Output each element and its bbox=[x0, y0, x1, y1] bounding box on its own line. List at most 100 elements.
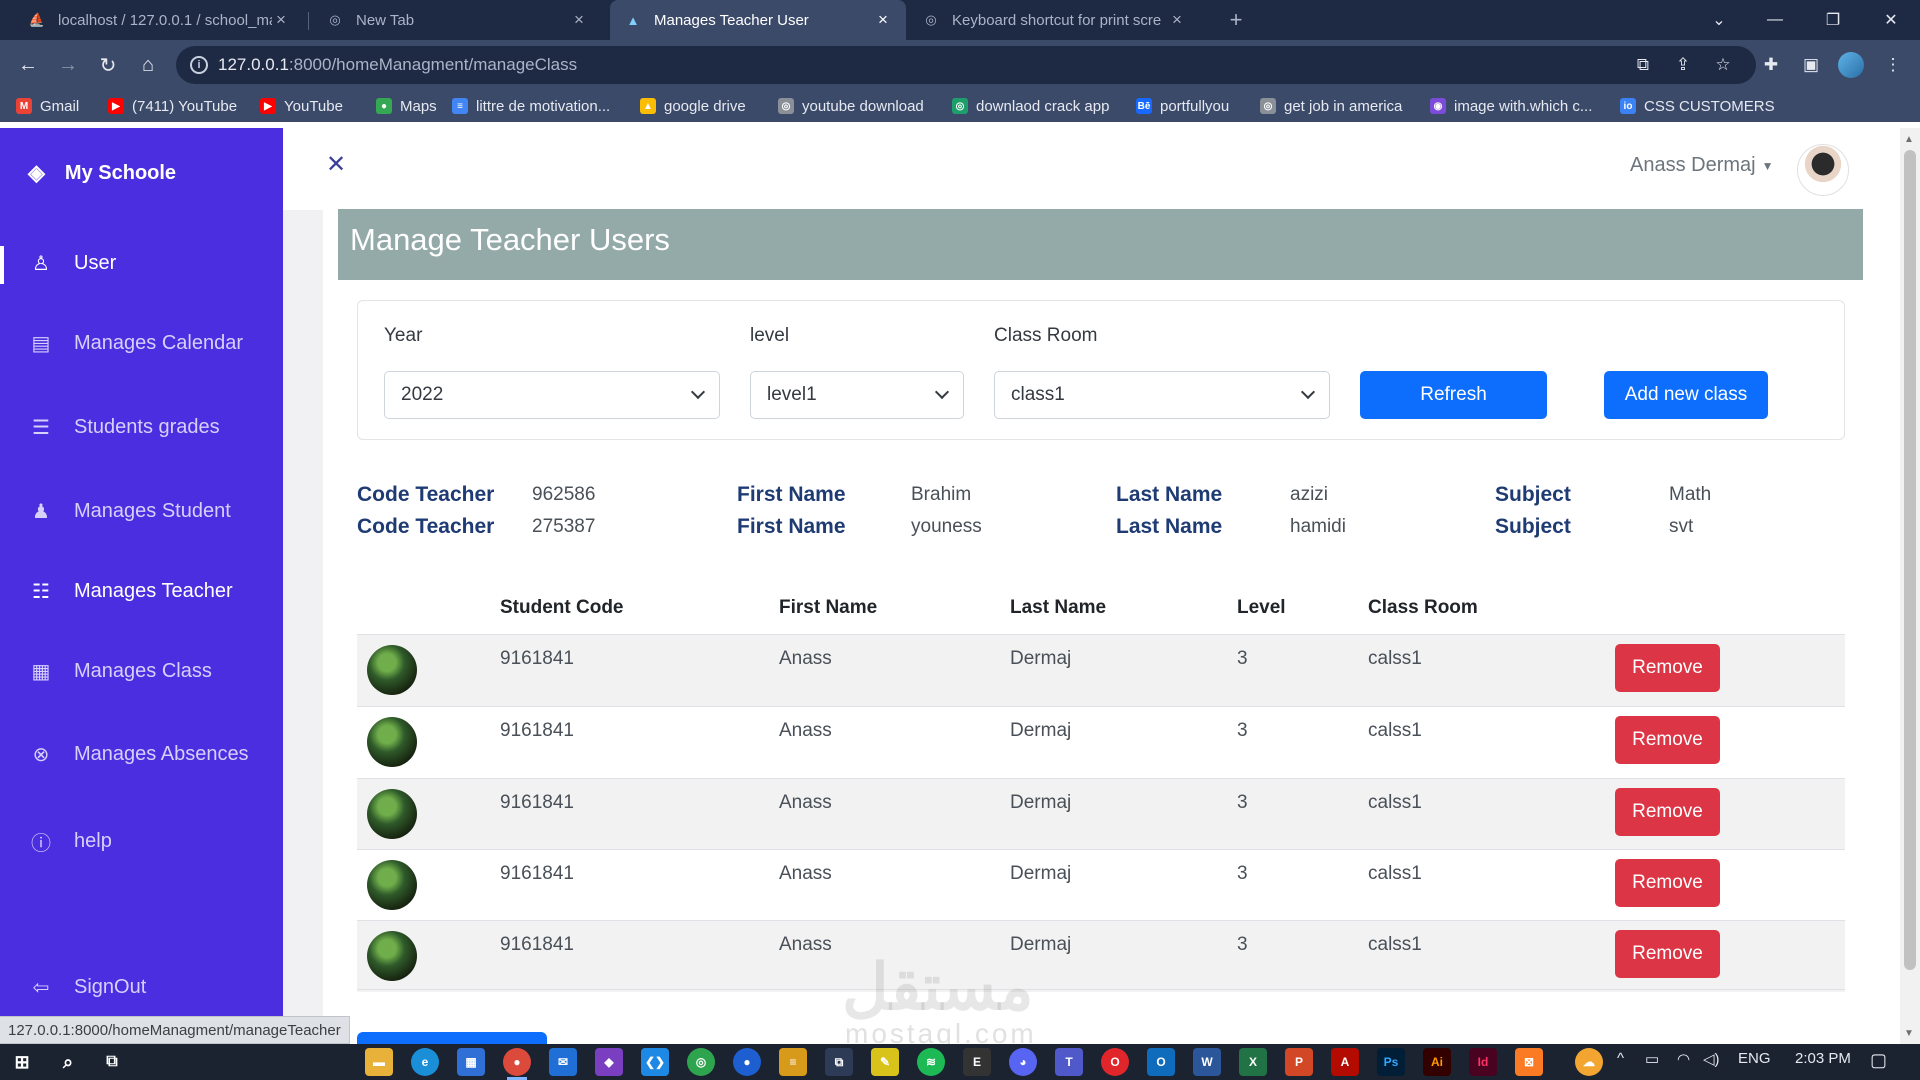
tab-manages-teacher-user[interactable]: ▲ Manages Teacher User × bbox=[610, 0, 906, 40]
tray-chevron-icon[interactable]: ^ bbox=[1617, 1050, 1624, 1067]
illustrator-icon[interactable]: Ai bbox=[1423, 1048, 1451, 1076]
menu-kebab-icon[interactable]: ⋮ bbox=[1880, 52, 1906, 78]
sidebar-item-absences[interactable]: ⊗ Manages Absences bbox=[28, 737, 249, 771]
bookmark-item[interactable]: io CSS CUSTOMERS bbox=[1620, 95, 1775, 117]
photoshop-icon[interactable]: Ps bbox=[1377, 1048, 1405, 1076]
home-icon[interactable]: ⌂ bbox=[132, 49, 164, 81]
scroll-up-arrow-icon[interactable]: ▲ bbox=[1904, 134, 1914, 145]
back-icon[interactable]: ← bbox=[12, 49, 44, 81]
refresh-button[interactable]: Refresh bbox=[1360, 371, 1547, 419]
remove-button[interactable]: Remove bbox=[1615, 930, 1720, 978]
remove-button[interactable]: Remove bbox=[1615, 644, 1720, 692]
share-icon[interactable]: ⇪ bbox=[1670, 52, 1696, 78]
search-icon[interactable]: ⌕ bbox=[54, 1048, 82, 1076]
word-icon[interactable]: W bbox=[1193, 1048, 1221, 1076]
scrollbar-thumb[interactable] bbox=[1904, 150, 1916, 970]
class-room-select[interactable]: class1 bbox=[994, 371, 1330, 419]
app-dark-icon[interactable]: ⧉ bbox=[825, 1048, 853, 1076]
close-tab-icon[interactable]: × bbox=[874, 10, 892, 30]
close-tab-icon[interactable]: × bbox=[570, 10, 588, 30]
bookmark-item[interactable]: Bē portfullyou bbox=[1136, 95, 1229, 117]
sidebar-item-student[interactable]: ♟ Manages Student bbox=[28, 494, 231, 528]
wifi-icon[interactable]: ◠ bbox=[1677, 1050, 1690, 1068]
new-tab-button[interactable]: + bbox=[1222, 6, 1250, 34]
side-panel-icon[interactable]: ▣ bbox=[1798, 52, 1824, 78]
site-info-icon[interactable]: i bbox=[190, 56, 208, 74]
mail-icon[interactable]: ✉ bbox=[549, 1048, 577, 1076]
epic-games-icon[interactable]: E bbox=[963, 1048, 991, 1076]
sidebar-item-help[interactable]: ⓘ help bbox=[28, 824, 112, 858]
extensions-icon[interactable]: ✚ bbox=[1758, 52, 1784, 78]
chrome-taskbar-icon[interactable]: ● bbox=[503, 1048, 531, 1080]
bookmark-item[interactable]: ● Maps bbox=[376, 95, 437, 117]
app-blue-icon[interactable]: ● bbox=[733, 1048, 761, 1076]
year-select[interactable]: 2022 bbox=[384, 371, 720, 419]
bookmark-star-icon[interactable]: ☆ bbox=[1710, 52, 1736, 78]
bookmark-item[interactable]: ◉ image with.which c... bbox=[1430, 95, 1592, 117]
bookmark-item[interactable]: ◎ youtube download bbox=[778, 95, 924, 117]
edge-icon[interactable]: e bbox=[411, 1048, 439, 1076]
reload-icon[interactable]: ↻ bbox=[92, 49, 124, 81]
sidebar-item-calendar[interactable]: ▤ Manages Calendar bbox=[28, 326, 243, 360]
bookmark-item[interactable]: ≡ littre de motivation... bbox=[452, 95, 610, 117]
url-text[interactable]: 127.0.0.1:8000/homeManagment/manageClass bbox=[218, 55, 577, 75]
outlook-icon[interactable]: O bbox=[1147, 1048, 1175, 1076]
language-indicator[interactable]: ENG bbox=[1738, 1050, 1771, 1067]
tab-new-tab[interactable]: ◎ New Tab × bbox=[312, 0, 602, 40]
scroll-down-arrow-icon[interactable]: ▼ bbox=[1904, 1028, 1914, 1039]
volume-icon[interactable]: ◁) bbox=[1703, 1050, 1720, 1068]
profile-avatar-icon[interactable] bbox=[1838, 52, 1864, 78]
close-window-icon[interactable]: ✕ bbox=[1868, 0, 1914, 40]
indesign-icon[interactable]: Id bbox=[1469, 1048, 1497, 1076]
close-icon[interactable]: ✕ bbox=[326, 150, 346, 179]
acrobat-icon[interactable]: A bbox=[1331, 1048, 1359, 1076]
task-view-icon[interactable]: ⧉ bbox=[98, 1048, 126, 1076]
teams-icon[interactable]: T bbox=[1055, 1048, 1083, 1076]
add-new-class-button[interactable]: Add new class bbox=[1604, 371, 1768, 419]
discord-icon[interactable]: ◕ bbox=[1009, 1048, 1037, 1076]
app-green-icon[interactable]: ◎ bbox=[687, 1048, 715, 1076]
sidebar-item-signout[interactable]: ⇦ SignOut bbox=[28, 970, 147, 1004]
close-tab-icon[interactable]: × bbox=[272, 10, 290, 30]
store-icon[interactable]: ▦ bbox=[457, 1048, 485, 1076]
bookmark-item[interactable]: ◎ downlaod crack app bbox=[952, 95, 1109, 117]
xampp-icon[interactable]: ⊠ bbox=[1515, 1048, 1543, 1076]
file-explorer-icon[interactable]: ▬ bbox=[365, 1048, 393, 1076]
avatar[interactable] bbox=[1797, 144, 1849, 196]
opera-icon[interactable]: O bbox=[1101, 1048, 1129, 1076]
close-tab-icon[interactable]: × bbox=[1168, 10, 1186, 30]
minimize-icon[interactable]: — bbox=[1752, 0, 1798, 40]
remove-button[interactable]: Remove bbox=[1615, 859, 1720, 907]
weather-icon[interactable]: ☁ bbox=[1575, 1048, 1603, 1076]
translate-icon[interactable]: ⧉ bbox=[1630, 52, 1656, 78]
remove-button[interactable]: Remove bbox=[1615, 788, 1720, 836]
sidebar-item-teacher[interactable]: ☷ Manages Teacher bbox=[28, 574, 233, 608]
sidebar-item-grades[interactable]: ☰ Students grades bbox=[28, 410, 220, 444]
sidebar-item-class[interactable]: ▦ Manages Class bbox=[28, 654, 212, 688]
visual-studio-icon[interactable]: ◆ bbox=[595, 1048, 623, 1076]
powerpoint-icon[interactable]: P bbox=[1285, 1048, 1313, 1076]
clock[interactable]: 2:03 PM bbox=[1795, 1050, 1851, 1067]
excel-icon[interactable]: X bbox=[1239, 1048, 1267, 1076]
bookmark-item[interactable]: ▶ YouTube bbox=[260, 95, 343, 117]
spotify-icon[interactable]: ≋ bbox=[917, 1048, 945, 1076]
tab-phpmyadmin[interactable]: ⛵ localhost / 127.0.0.1 / school_ma × bbox=[14, 0, 304, 40]
bookmark-item[interactable]: M Gmail bbox=[16, 95, 79, 117]
paint-icon[interactable]: ✎ bbox=[871, 1048, 899, 1076]
tab-search-icon[interactable]: ⌄ bbox=[1696, 0, 1742, 40]
notifications-icon[interactable]: ▢ bbox=[1870, 1050, 1887, 1071]
bookmark-item[interactable]: ▲ google drive bbox=[640, 95, 746, 117]
sidebar-item-user[interactable]: ♙ User bbox=[28, 246, 116, 280]
forward-icon[interactable]: → bbox=[52, 49, 84, 81]
brand[interactable]: ◈ My Schoole bbox=[28, 158, 176, 188]
tab-keyboard-shortcut[interactable]: ◎ Keyboard shortcut for print scre × bbox=[908, 0, 1200, 40]
vscode-icon[interactable]: ❮❯ bbox=[641, 1048, 669, 1076]
bookmark-item[interactable]: ▶ (7411) YouTube bbox=[108, 95, 237, 117]
user-menu[interactable]: Anass Dermaj ▼ bbox=[1630, 154, 1774, 177]
level-select[interactable]: level1 bbox=[750, 371, 964, 419]
restore-icon[interactable]: ❐ bbox=[1810, 0, 1856, 40]
windows-start-icon[interactable]: ⊞ bbox=[8, 1048, 36, 1076]
stack-icon[interactable]: ≡ bbox=[779, 1048, 807, 1076]
remove-button[interactable]: Remove bbox=[1615, 716, 1720, 764]
bookmark-item[interactable]: ◎ get job in america bbox=[1260, 95, 1402, 117]
